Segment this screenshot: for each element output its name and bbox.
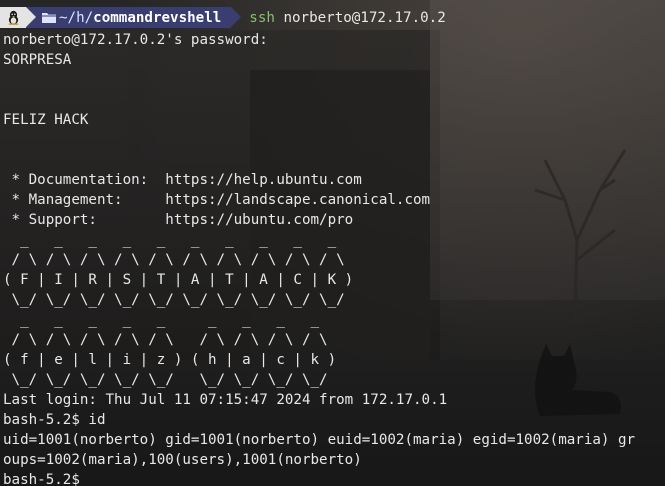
output-line: bash-5.2$ id [3,412,106,428]
output-line: * Management: https://landscape.canonica… [3,192,431,208]
output-line: * Support: https://ubuntu.com/pro [3,212,354,228]
path-segment: ~/h/commandrevshell [26,7,242,28]
current-directory: commandrevshell [93,9,222,26]
command-name: ssh [249,9,275,26]
output-line: norberto@172.17.0.2's password: [3,32,277,48]
output-line: _ _ _ _ _ _ _ _ _ _ [3,232,337,248]
terminal-output[interactable]: norberto@172.17.0.2's password: SORPRESA… [3,30,635,486]
output-line: oups=1002(maria),100(users),1001(norbert… [3,452,362,468]
output-line: _ _ _ _ _ _ _ _ _ [3,312,320,328]
output-line: FELIZ HACK [3,112,89,128]
output-line: ( F | I | R | S | T | A | T | A | C | K … [3,272,354,288]
path-prefix: ~/h/ [59,9,94,26]
folder-icon [42,13,56,23]
prompt-bar: ~/h/commandrevshell ssh norberto@172.17.… [0,7,446,28]
output-line: \_/ \_/ \_/ \_/ \_/ \_/ \_/ \_/ \_/ \_/ [3,292,345,308]
output-line: ( f | e | l | i | z ) ( h | a | c | k ) [3,352,337,368]
output-line: SORPRESA [3,52,72,68]
output-line: * Documentation: https://help.ubuntu.com [3,172,362,188]
output-line: \_/ \_/ \_/ \_/ \_/ \_/ \_/ \_/ \_/ [3,372,328,388]
output-line: Last login: Thu Jul 11 07:15:47 2024 fro… [3,392,448,408]
shell-prompt-line[interactable]: bash-5.2$ [3,470,635,486]
os-segment [0,7,36,28]
command-arguments: norberto@172.17.0.2 [283,9,446,26]
output-line: uid=1001(norberto) gid=1001(norberto) eu… [3,432,636,448]
output-line: / \ / \ / \ / \ / \ / \ / \ / \ / \ [3,332,328,348]
linux-tux-icon [8,10,19,25]
terminal-window[interactable]: ~/h/commandrevshell ssh norberto@172.17.… [0,0,665,486]
output-line: / \ / \ / \ / \ / \ / \ / \ / \ / \ / \ [3,252,345,268]
command-line: ssh norberto@172.17.0.2 [249,10,445,26]
